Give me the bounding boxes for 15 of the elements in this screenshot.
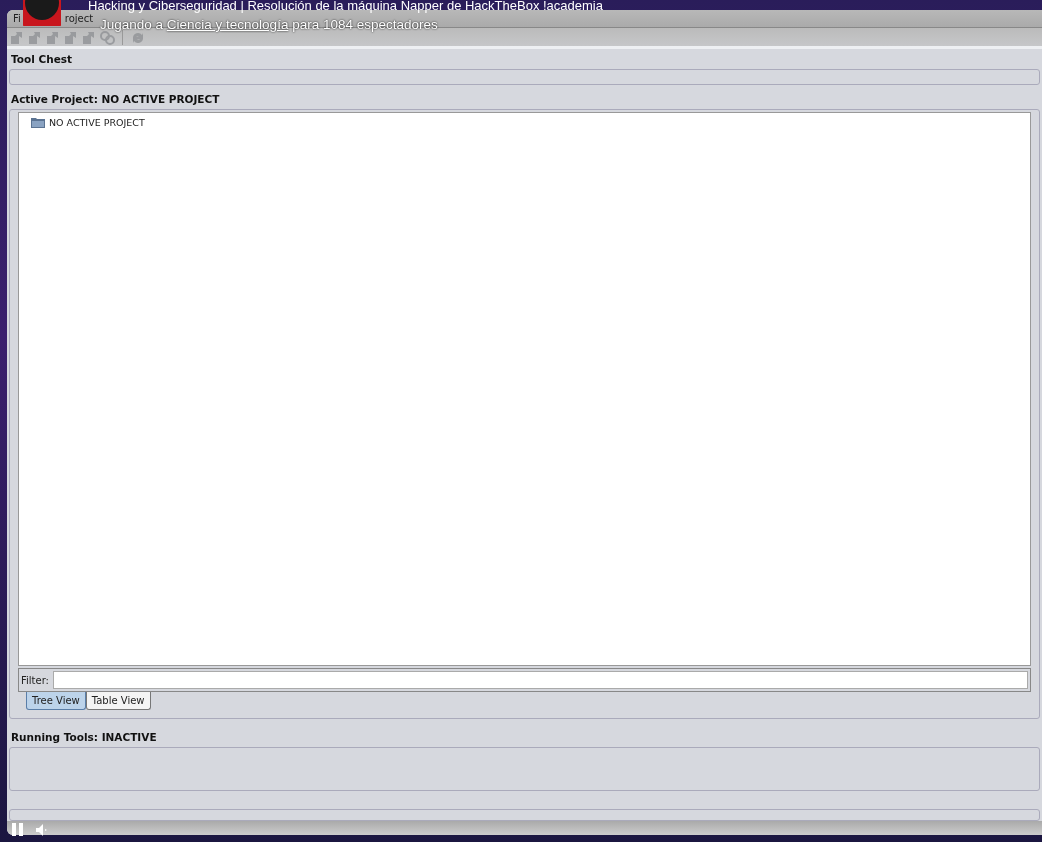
menu-item[interactable]: Fi [11, 11, 23, 26]
tab[interactable]: Table View [85, 692, 151, 711]
menu-item[interactable]: roject [62, 11, 96, 26]
tree-item[interactable]: NO ACTIVE PROJECT [49, 115, 145, 130]
stream-title: Hacking y Ciberseguridad | Resolución de la máquina Napper de HackTheBox !academia [88, 0, 603, 14]
panel-title: Tool Chest [10, 52, 74, 67]
volume-icon[interactable] [36, 823, 48, 836]
stream-subtitle: Jugando a Ciencia y tecnología para 1084 espectadores [100, 16, 438, 34]
folder-icon [31, 117, 45, 129]
filter-label: Filter: [21, 673, 49, 688]
pause-icon[interactable] [12, 823, 24, 836]
panel-title: Running Tools: INACTIVE [10, 730, 158, 746]
panel-title: Active Project: NO ACTIVE PROJECT [10, 91, 221, 107]
filter-field[interactable] [52, 671, 1028, 690]
tab[interactable]: Tree View [26, 692, 86, 711]
